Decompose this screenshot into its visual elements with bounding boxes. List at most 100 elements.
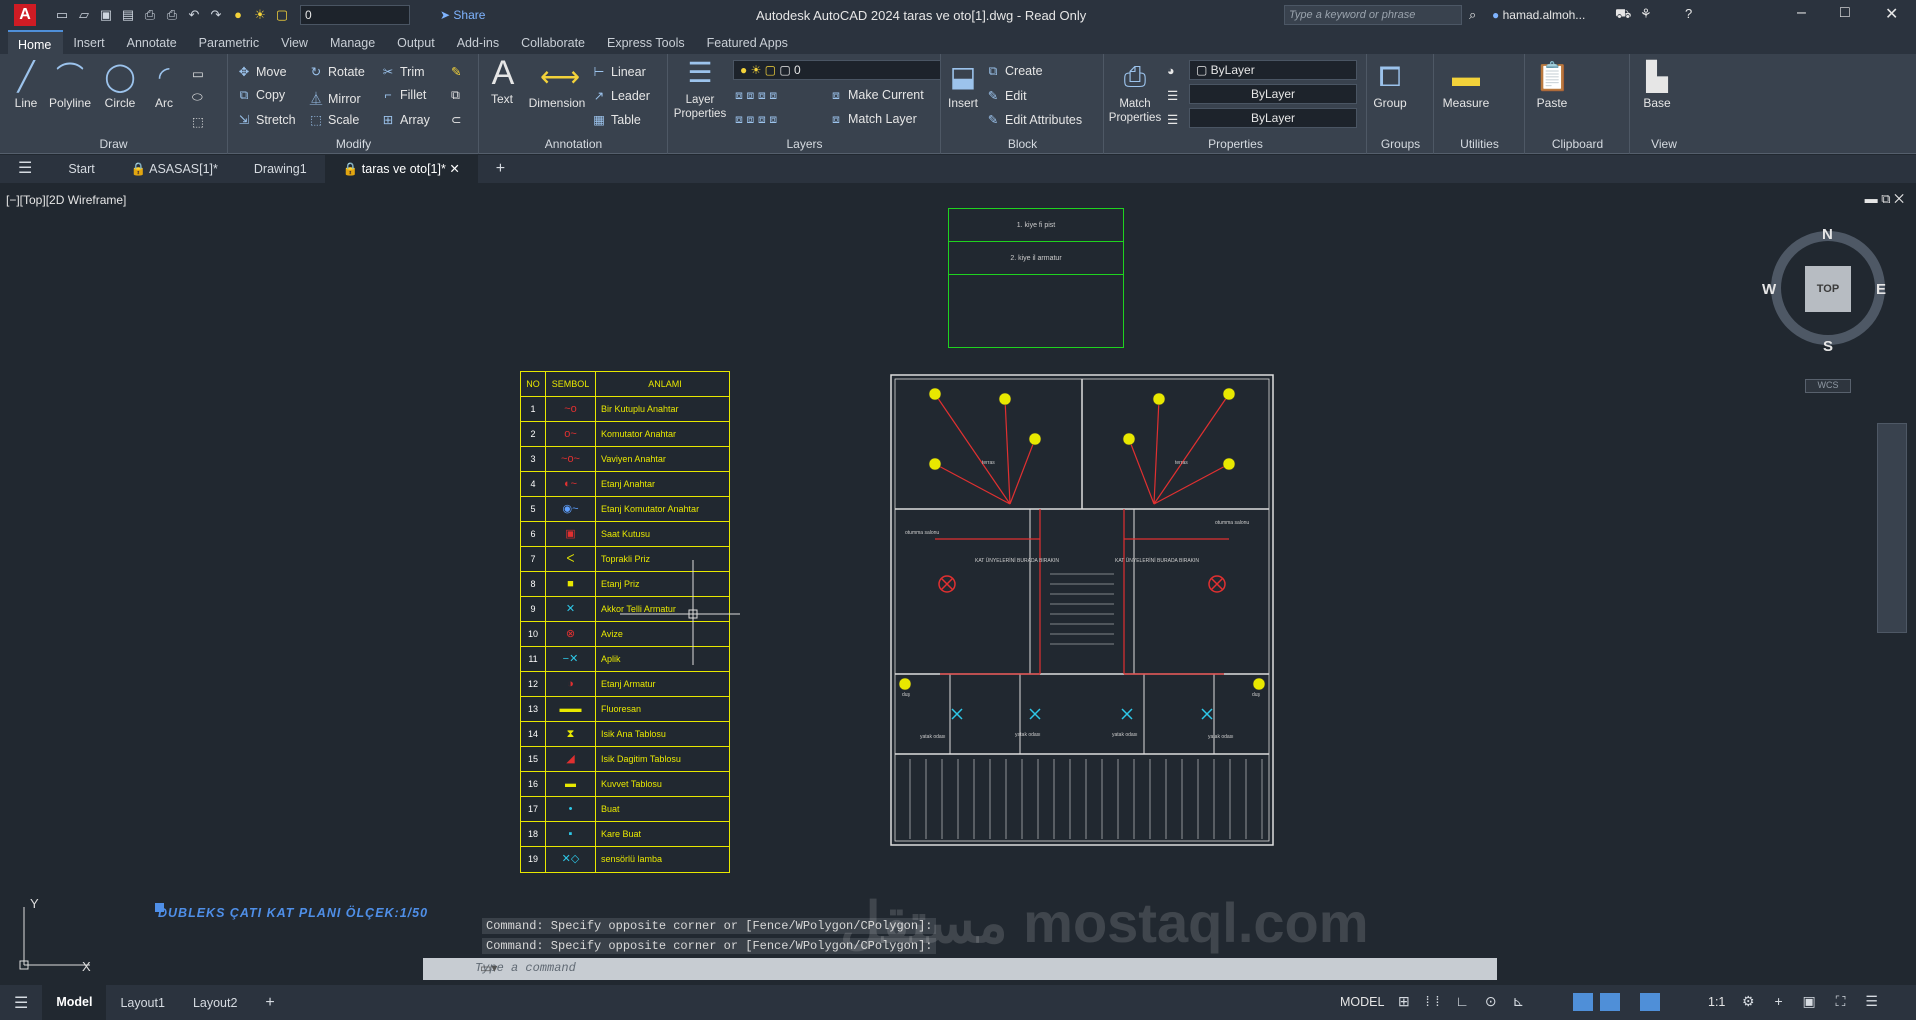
command-input[interactable]: Type a command [423, 958, 1497, 980]
command-prompt-icon[interactable]: ▭▾ [480, 961, 497, 975]
view-cube-west[interactable]: W [1762, 281, 1776, 298]
fillet-button[interactable]: ⌐ Fillet [381, 88, 426, 102]
rotate-button[interactable]: ↻ Rotate [309, 64, 365, 79]
line-button[interactable]: ╱ Line [8, 60, 44, 110]
create-block-button[interactable]: ⧉ Create [986, 64, 1043, 79]
tab-view[interactable]: View [271, 30, 320, 54]
block-panel-title[interactable]: Block [942, 137, 1103, 151]
edit-block-button[interactable]: ✎ Edit [986, 88, 1027, 103]
save-icon[interactable]: ▣ [98, 7, 114, 23]
maximize-button[interactable]: □ [1840, 4, 1850, 22]
edit-attributes-button[interactable]: ✎ Edit Attributes [986, 112, 1082, 127]
utilities-panel-title[interactable]: Utilities [1435, 137, 1524, 151]
linear-button[interactable]: ⊢ Linear [592, 64, 646, 79]
doc-tab-asasas[interactable]: 🔒 ASASAS[1]* [113, 155, 236, 183]
close-button[interactable]: ✕ [1885, 4, 1898, 24]
mirror-button[interactable]: ⏅ Mirror [309, 88, 361, 107]
search-icon[interactable]: ⌕ [1469, 7, 1476, 23]
view-cube-south[interactable]: S [1823, 338, 1833, 355]
tab-featured-apps[interactable]: Featured Apps [697, 30, 800, 54]
publish-icon[interactable]: ⎙ [142, 7, 158, 23]
layer-combo[interactable]: ● ☀ ▢ ▢ 0 [733, 60, 941, 80]
explode-icon[interactable]: ⧉ [451, 88, 460, 103]
share-button[interactable]: ➤ Share [440, 8, 485, 22]
move-button[interactable]: ✥ Move [237, 64, 287, 79]
add-layout-button[interactable]: + [251, 994, 288, 1012]
view-cube-east[interactable]: E [1876, 281, 1886, 298]
tab-express-tools[interactable]: Express Tools [597, 30, 697, 54]
arc-button[interactable]: ◜ Arc [146, 60, 182, 110]
erase-icon[interactable]: ✎ [451, 64, 461, 79]
rectangle-icon[interactable]: ▭ [192, 66, 204, 81]
sun-icon[interactable]: ☀ [252, 7, 268, 23]
color-wheel-icon[interactable]: ◕ [1167, 64, 1175, 78]
model-layout-tab[interactable]: Model [42, 985, 107, 1020]
draw-panel-title[interactable]: Draw [0, 137, 227, 151]
cart-icon[interactable]: ⛟ [1615, 6, 1631, 24]
navigation-bar[interactable] [1877, 423, 1907, 633]
scale-button[interactable]: ⬚ Scale [309, 112, 359, 127]
stretch-button[interactable]: ⇲ Stretch [237, 112, 296, 127]
layer-tools-icons-row2[interactable]: ⧈ ⧈ ⧈ ⧈ [735, 112, 777, 127]
clipboard-panel-title[interactable]: Clipboard [1526, 137, 1629, 151]
insert-button[interactable]: ⬓ Insert [946, 60, 980, 110]
view-cube-top-face[interactable]: TOP [1805, 266, 1851, 312]
minimize-button[interactable]: – [1797, 4, 1806, 22]
tab-parametric[interactable]: Parametric [189, 30, 271, 54]
array-button[interactable]: ⊞ Array [381, 112, 430, 127]
match-layer-button[interactable]: ⧈ Match Layer [829, 112, 917, 127]
tab-output[interactable]: Output [387, 30, 447, 54]
modify-panel-title[interactable]: Modify [229, 137, 478, 151]
lock-icon[interactable]: ▢ [274, 7, 290, 23]
viewport-controls[interactable]: [−][Top][2D Wireframe] [6, 193, 126, 207]
linetype-combo[interactable]: ByLayer [1189, 84, 1357, 104]
layers-panel-title[interactable]: Layers [669, 137, 940, 151]
copy-button[interactable]: ⧉ Copy [237, 88, 286, 103]
view-cube[interactable]: TOP N S E W [1762, 226, 1888, 355]
table-button[interactable]: ▦ Table [592, 112, 641, 127]
user-account[interactable]: ● hamad.almoh... [1492, 8, 1585, 22]
layout1-tab[interactable]: Layout1 [106, 996, 178, 1010]
layouts-menu-icon[interactable]: ☰ [0, 993, 42, 1013]
undo-icon[interactable]: ↶ [186, 7, 202, 23]
wcs-menu[interactable]: WCS [1805, 379, 1851, 393]
annotation-scale[interactable]: 1:1 [1708, 995, 1725, 1009]
lineweight-icon[interactable]: ☰ [1167, 112, 1178, 127]
tab-manage[interactable]: Manage [320, 30, 387, 54]
floor-plan[interactable]: terras terras otumma salonu otumma salon… [890, 374, 1274, 846]
viewport-window-controls[interactable]: ▬ ⧉ ✕ [1865, 191, 1904, 207]
circle-button[interactable]: ◯ Circle [100, 60, 140, 110]
annotation-visibility-toggle[interactable] [1640, 993, 1660, 1011]
polyline-button[interactable]: ⌒ Polyline [46, 60, 94, 110]
match-properties-button[interactable]: ⎙ Match Properties [1107, 60, 1163, 124]
redo-icon[interactable]: ↷ [208, 7, 224, 23]
layer-properties-button[interactable]: ☰ Layer Properties [673, 56, 727, 120]
annotation-panel-title[interactable]: Annotation [480, 137, 667, 151]
make-current-button[interactable]: ⧈ Make Current [829, 88, 924, 103]
help-icon[interactable]: ? [1685, 6, 1692, 21]
doc-tab-drawing1[interactable]: Drawing1 [236, 155, 325, 183]
measure-button[interactable]: ▬ Measure [1441, 60, 1491, 110]
doc-tab-start[interactable]: Start [50, 155, 112, 183]
help-search-input[interactable]: Type a keyword or phrase [1284, 5, 1462, 25]
new-icon[interactable]: ▭ [54, 7, 70, 23]
group-button[interactable]: ⧠ Group [1372, 60, 1408, 110]
lightbulb-icon[interactable]: ● [230, 7, 246, 23]
new-tab-button[interactable]: + [478, 155, 523, 183]
drafting-toggle-icons[interactable]: ⊞ ⁞⁞ ∟ ⊙ ⊾ [1398, 993, 1530, 1010]
boundary-icon[interactable]: ⬚ [192, 114, 204, 129]
open-icon[interactable]: ▱ [76, 7, 92, 23]
layer-dropdown[interactable]: 0 [300, 5, 410, 25]
dimension-button[interactable]: ⟷ Dimension [526, 60, 588, 110]
plan-title-grip[interactable] [155, 903, 164, 912]
doc-tab-taras[interactable]: 🔒 taras ve oto[1]* ✕ [324, 155, 478, 183]
properties-panel-title[interactable]: Properties [1105, 137, 1366, 151]
save-as-icon[interactable]: ▤ [120, 7, 136, 23]
layer-tools-icons-row1[interactable]: ⧈ ⧈ ⧈ ⧈ [735, 88, 777, 103]
lineweight-combo[interactable]: ByLayer [1189, 108, 1357, 128]
autodesk-app-icon[interactable]: ⚘ [1640, 6, 1652, 22]
view-panel-title[interactable]: View [1631, 137, 1697, 151]
trim-button[interactable]: ✂ Trim [381, 64, 425, 79]
menu-icon[interactable]: ☰ [0, 155, 50, 183]
text-button[interactable]: A Text [486, 56, 518, 106]
